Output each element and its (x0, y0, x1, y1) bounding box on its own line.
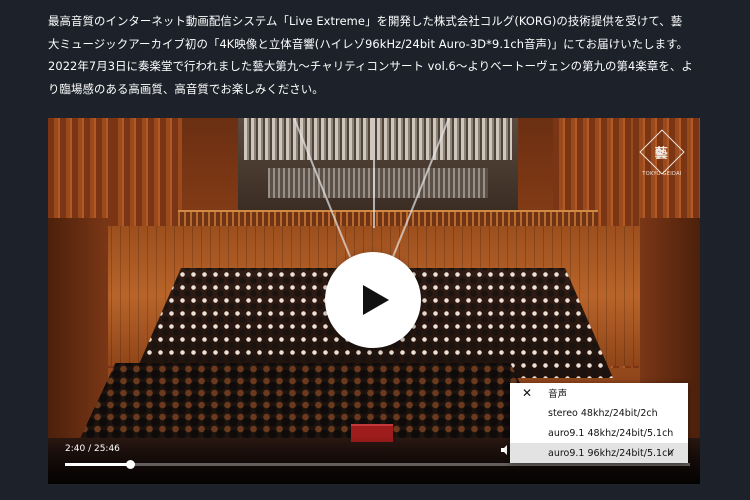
balcony-railing (178, 210, 598, 226)
logo-glyph: 藝 (655, 146, 669, 162)
pipe-organ (238, 118, 518, 213)
intro-line: 最高音質のインターネット動画配信システム「Live Extreme」を開発した株… (48, 14, 683, 28)
video-player[interactable]: 藝 TOKYO GEIDAI 2:40 / 25:46 ✕ 音声 stereo … (48, 118, 700, 484)
menu-option-label: auro9.1 48khz/24bit/5.1ch (548, 427, 674, 439)
menu-option-auro-96k[interactable]: auro9.1 96khz/24bit/5.1ch ✓ (510, 443, 688, 463)
play-button[interactable] (325, 252, 421, 348)
progress-bar[interactable] (65, 460, 690, 469)
microphone-wire (373, 118, 375, 228)
tokyo-geidai-logo: 藝 TOKYO GEIDAI (639, 129, 685, 177)
progress-knob[interactable] (125, 460, 135, 469)
menu-title: 音声 (548, 389, 568, 400)
play-icon (363, 285, 389, 315)
audio-quality-menu: ✕ 音声 stereo 48khz/24bit/2ch auro9.1 48kh… (510, 383, 688, 463)
check-icon: ✓ (666, 446, 676, 459)
menu-option-label: stereo 48khz/24bit/2ch (548, 407, 658, 419)
intro-line: 2022年7月3日に奏楽堂で行われました藝大第九～チャリティコンサート vol.… (48, 59, 693, 73)
menu-option-stereo-48k[interactable]: stereo 48khz/24bit/2ch (510, 403, 688, 423)
close-icon[interactable]: ✕ (522, 386, 532, 400)
orchestra (78, 363, 548, 443)
time-display: 2:40 / 25:46 (65, 444, 120, 454)
progress-fill (65, 463, 130, 466)
intro-line: 大ミュージックアーカイブ初の「4K映像と立体音響(ハイレゾ96kHz/24bit… (48, 36, 689, 51)
logo-seal: 藝 (639, 129, 685, 175)
menu-option-label: auro9.1 96khz/24bit/5.1ch (548, 447, 674, 459)
menu-header: ✕ 音声 (510, 383, 688, 403)
menu-option-auro-48k[interactable]: auro9.1 48khz/24bit/5.1ch (510, 423, 688, 443)
intro-line: り臨場感のある高画質、高音質でお楽しみください。 (48, 81, 324, 96)
intro-text: 最高音質のインターネット動画配信システム「Live Extreme」を開発した株… (48, 10, 708, 100)
